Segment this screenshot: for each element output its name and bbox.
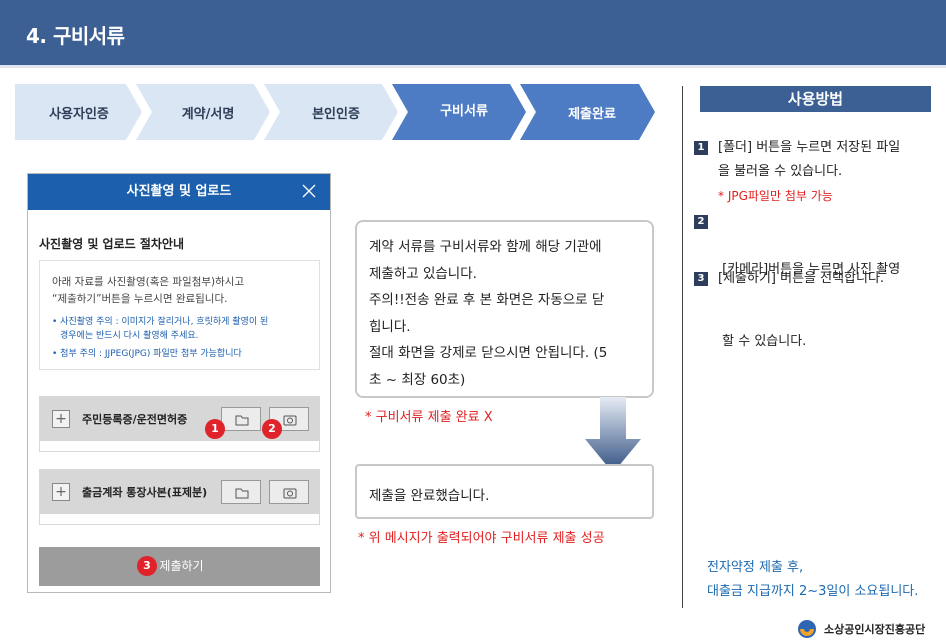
success-note: * 위 메시지가 출력되어야 구비서류 제출 성공 (358, 531, 605, 546)
usage-note: * JPG파일만 첨부 가능 (718, 189, 833, 203)
usage-text-3: [제출하기] 버튼을 선택합니다. (718, 267, 884, 291)
photo-upload-modal: 사진촬영 및 업로드 사진촬영 및 업로드 절차안내 아래 자료를 사진촬영(혹… (27, 173, 331, 593)
folder-icon (235, 488, 249, 499)
upload-row-bankbook: + 출금계좌 통장사본(표제분) (39, 469, 320, 525)
usage-title: 사용방법 (700, 86, 931, 112)
usage-item-3: 3 [제출하기] 버튼을 선택합니다. (694, 267, 934, 293)
guide-bullet-photo: • 사진촬영 주의 : 이미지가 잘리거나, 흐릿하게 촬영이 된 (52, 317, 269, 327)
expand-icon[interactable]: + (52, 410, 70, 428)
usage-text-1: [폴더] 버튼을 누르면 저장된 파일 을 불러올 수 있습니다. * JPG파… (718, 136, 900, 208)
camera-button[interactable] (269, 480, 309, 504)
guide-title: 사진촬영 및 업로드 절차안내 (39, 237, 185, 251)
upload-bar: + 출금계좌 통장사본(표제분) (40, 470, 319, 514)
guide-box: 아래 자료를 사진촬영(혹은 파일첨부)하시고 “제출하기”버튼을 누르시면 완… (39, 260, 320, 370)
usage-item-2: 2 [카메라]버튼을 누르면 사진 촬영 할 수 있습니다. (694, 210, 934, 349)
processing-time-note-line2: 대출금 지급까지 2~3일이 소요됩니다. (707, 584, 919, 599)
sending-message-box: 계약 서류를 구비서류와 함께 해당 기관에 제출하고 있습니다. 주의!!전송… (355, 220, 654, 398)
usage-line: [제출하기] 버튼을 선택합니다. (718, 271, 885, 286)
usage-line: 을 불러올 수 있습니다. (718, 164, 843, 179)
folder-button[interactable] (221, 407, 261, 431)
page-header: 4. 구비서류 (0, 0, 946, 65)
expand-icon[interactable]: + (52, 483, 70, 501)
guide-line: “제출하기”버튼을 누르시면 완료됩니다. (52, 293, 228, 305)
message-line: 제출하고 있습니다. (369, 265, 477, 282)
vertical-divider (682, 86, 683, 608)
upload-row-id-card: + 주민등록증/운전면허증 1 2 (39, 396, 320, 452)
step-user-auth: 사용자인증 (49, 106, 109, 122)
complete-message-text: 제출을 완료했습니다. (369, 488, 490, 504)
step-documents: 구비서류 (440, 103, 488, 119)
guide-bullet-photo-cont: 경우에는 반드시 다시 촬영해 주세요. (60, 331, 199, 341)
step-identity-verify: 본인인증 (312, 106, 360, 122)
header-divider (0, 65, 946, 68)
upload-bar: + 주민등록증/운전면허증 1 2 (40, 397, 319, 441)
modal-title: 사진촬영 및 업로드 (126, 184, 232, 199)
marker-2: 2 (262, 419, 282, 439)
step-contract-sign: 계약/서명 (181, 106, 235, 122)
usage-text-2: [카메라]버튼을 누르면 사진 촬영 할 수 있습니다. (718, 210, 900, 402)
usage-num-3: 3 (694, 272, 708, 286)
usage-line: 할 수 있습니다. (718, 334, 807, 349)
submit-button[interactable]: 3 제출하기 (39, 547, 320, 586)
down-arrow-icon (585, 397, 641, 473)
camera-icon (283, 488, 297, 499)
upload-label: 출금계좌 통장사본(표제분) (82, 486, 208, 499)
usage-line: [폴더] 버튼을 누르면 저장된 파일 (718, 140, 901, 155)
upload-label: 주민등록증/운전면허증 (82, 413, 188, 426)
agency-logo-text: 소상공인시장진흥공단 (824, 623, 926, 636)
usage-num-1: 1 (694, 141, 708, 155)
guide-bullet-attach: • 첨부 주의 : JJPEG(JPG) 파일만 첨부 가능합니다 (52, 349, 242, 359)
marker-1: 1 (205, 419, 225, 439)
submit-label: 제출하기 (159, 559, 204, 573)
message-line: 초 ~ 최장 60초) (369, 371, 466, 388)
step-complete: 제출완료 (568, 106, 616, 122)
folder-button[interactable] (221, 480, 261, 504)
message-line: 절대 화면을 강제로 닫으시면 안됩니다. (5 (369, 345, 608, 361)
message-line: 주의!!전송 완료 후 본 화면은 자동으로 닫 (369, 292, 605, 308)
guide-text: 아래 자료를 사진촬영(혹은 파일첨부)하시고 “제출하기”버튼을 누르시면 완… (52, 274, 244, 308)
sending-message-text: 계약 서류를 구비서류와 함께 해당 기관에 제출하고 있습니다. 주의!!전송… (369, 234, 607, 393)
processing-time-note-line1: 전자약정 제출 후, (707, 560, 804, 575)
usage-num-2: 2 (694, 215, 708, 229)
complete-message-box: 제출을 완료했습니다. (355, 464, 654, 519)
step-progress: 사용자인증 계약/서명 본인인증 구비서류 제출완료 (15, 84, 655, 140)
folder-icon (235, 415, 249, 426)
message-line: 계약 서류를 구비서류와 함께 해당 기관에 (369, 239, 602, 255)
guide-line: 아래 자료를 사진촬영(혹은 파일첨부)하시고 (52, 276, 245, 288)
fail-note: * 구비서류 제출 완료 X (365, 410, 493, 425)
modal-header: 사진촬영 및 업로드 (28, 174, 330, 210)
agency-logo: 소상공인시장진흥공단 (796, 619, 925, 639)
usage-item-1: 1 [폴더] 버튼을 누르면 저장된 파일 을 불러올 수 있습니다. * JP… (694, 136, 934, 208)
message-line: 힙니다. (369, 318, 411, 335)
close-icon[interactable] (298, 180, 320, 202)
agency-logo-icon (798, 620, 816, 638)
page-title: 4. 구비서류 (26, 24, 125, 48)
